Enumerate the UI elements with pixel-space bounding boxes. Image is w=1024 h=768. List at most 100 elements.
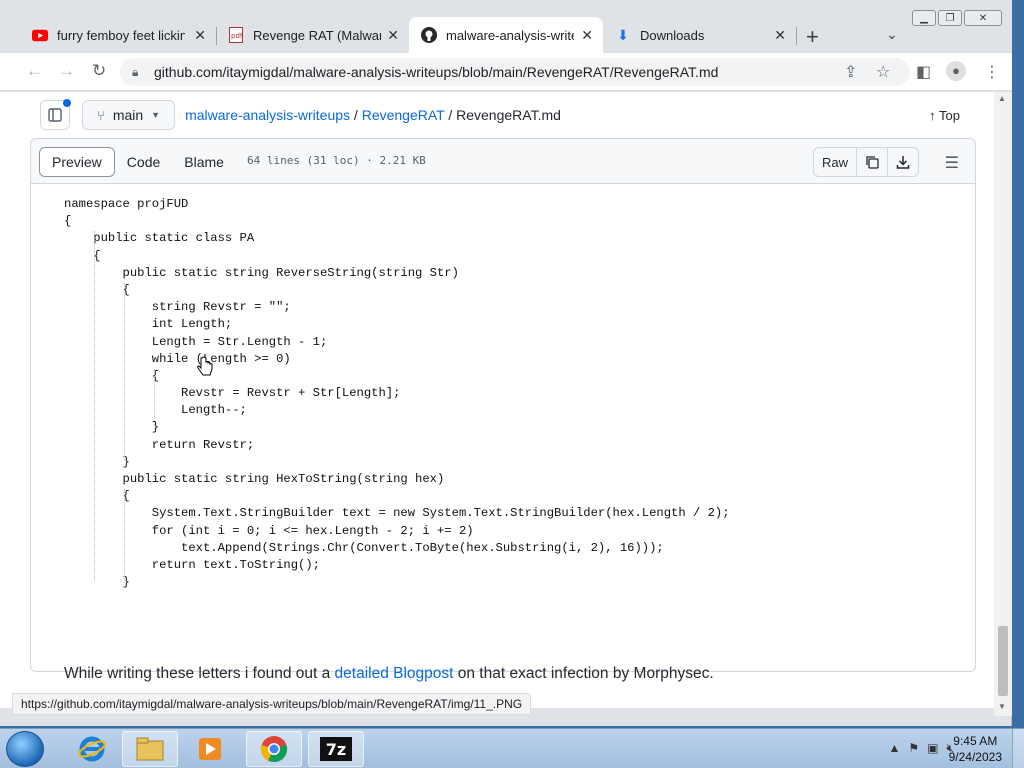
- clock-date: 9/24/2023: [948, 750, 1002, 764]
- tab-github[interactable]: malware-analysis-writeup ✕: [409, 17, 603, 53]
- github-icon: [421, 27, 437, 43]
- scroll-thumb[interactable]: [998, 626, 1008, 696]
- taskbar: 7z ▲ ⚑ ▣ 🔇︎ 9:45 AM 9/24/2023: [0, 728, 1024, 768]
- tab-title: malware-analysis-writeup: [446, 27, 574, 43]
- browser-toolbar: ← → ↻ 🔒︎ github.com/itaymigdal/malware-a…: [0, 53, 1012, 91]
- window-controls: ▁ ❐ ✕: [912, 10, 1002, 26]
- code-line: string Revstr = "";: [64, 300, 291, 315]
- code-line: namespace projFUD: [64, 197, 189, 211]
- show-desktop-button[interactable]: [1012, 729, 1024, 768]
- pdf-site-icon: pdf: [228, 27, 244, 43]
- tab-youtube[interactable]: furry femboy feet licking ✕: [20, 17, 216, 53]
- code-line: {: [64, 489, 130, 504]
- top-label: Top: [939, 107, 960, 123]
- clock[interactable]: 9:45 AM 9/24/2023: [949, 733, 1002, 765]
- code-line: Length--;: [64, 403, 247, 418]
- address-bar[interactable]: 🔒︎ github.com/itaymigdal/malware-analysi…: [120, 58, 910, 86]
- file-tree-toggle-icon[interactable]: [40, 99, 71, 130]
- tab-preview[interactable]: Preview: [39, 147, 115, 177]
- file-explorer-icon[interactable]: [122, 731, 178, 767]
- vertical-scrollbar[interactable]: ▲ ▼: [994, 92, 1012, 716]
- file-view: Preview Code Blame 64 lines (31 loc) · 2…: [30, 138, 976, 682]
- code-line: Revstr = Revstr + Str[Length];: [64, 386, 401, 401]
- raw-button[interactable]: Raw: [814, 148, 857, 176]
- file-meta: 64 lines (31 loc) · 2.21 KB: [247, 154, 426, 167]
- code-line: int Length;: [64, 317, 233, 332]
- branch-icon: ⑂: [97, 107, 105, 123]
- close-window-icon[interactable]: ✕: [964, 10, 1002, 26]
- tab-title: Downloads: [640, 27, 705, 43]
- breadcrumb-separator: /: [448, 107, 453, 123]
- minimize-icon[interactable]: ▁: [912, 10, 936, 26]
- tab-strip: furry femboy feet licking ✕ pdf Revenge …: [0, 0, 1012, 53]
- kebab-menu-icon[interactable]: ⋮: [984, 62, 1000, 82]
- file-header: ⑂ main ▼ malware-analysis-writeups / Rev…: [30, 92, 976, 138]
- network-icon[interactable]: ▣: [927, 741, 938, 756]
- close-icon[interactable]: ✕: [194, 27, 206, 44]
- tab-downloads[interactable]: ⬇ Downloads ✕: [603, 17, 796, 53]
- back-arrow-icon[interactable]: ←: [26, 61, 43, 81]
- blogpost-link[interactable]: detailed Blogpost: [335, 665, 454, 682]
- youtube-icon: [32, 27, 48, 43]
- tab-title: furry femboy feet licking: [57, 27, 185, 43]
- 7zip-icon[interactable]: 7z: [308, 731, 364, 767]
- code-line: public static string ReverseString(strin…: [64, 265, 459, 280]
- code-line: {: [64, 282, 130, 297]
- close-icon[interactable]: ✕: [774, 27, 786, 44]
- system-tray: ▲ ⚑ ▣ 🔇︎: [888, 741, 954, 756]
- link-status-bar: https://github.com/itaymigdal/malware-an…: [12, 693, 532, 715]
- scroll-down-icon[interactable]: ▼: [998, 702, 1006, 711]
- branch-name: main: [112, 107, 144, 123]
- breadcrumb: malware-analysis-writeups / RevengeRAT /…: [185, 107, 561, 123]
- code-line: public static class PA: [64, 231, 255, 246]
- code-line: {: [64, 368, 160, 383]
- download-raw-icon[interactable]: [888, 148, 918, 176]
- profile-avatar-icon[interactable]: ●: [946, 61, 966, 81]
- code-line: for (int i = 0; i <= hex.Length - 2; i +…: [64, 523, 474, 538]
- paragraph: While writing these letters i found out …: [64, 665, 714, 683]
- indent-guide: [94, 231, 95, 581]
- action-center-icon[interactable]: ⚑: [908, 741, 919, 756]
- chevron-down-icon[interactable]: ⌄: [886, 26, 898, 43]
- breadcrumb-repo-link[interactable]: malware-analysis-writeups: [185, 107, 350, 123]
- share-icon[interactable]: ⇪: [844, 62, 857, 82]
- arrow-up-icon: ↑: [929, 107, 936, 123]
- tab-revenge-rat[interactable]: pdf Revenge RAT (Malware ✕: [216, 17, 409, 53]
- indent-guide: [124, 489, 125, 583]
- indent-guide: [124, 283, 125, 461]
- tray-expand-icon[interactable]: ▲: [888, 741, 900, 756]
- svg-text:pdf: pdf: [231, 32, 243, 40]
- new-tab-icon[interactable]: +: [806, 24, 819, 50]
- internet-explorer-icon[interactable]: [64, 731, 120, 767]
- back-to-top-button[interactable]: ↑ Top: [929, 108, 960, 123]
- svg-text:7z: 7z: [326, 740, 346, 759]
- hand-cursor-icon: [197, 356, 213, 376]
- clock-time: 9:45 AM: [953, 734, 998, 748]
- outline-list-icon[interactable]: ☰: [945, 153, 959, 173]
- code-line: {: [64, 248, 101, 263]
- code-line: while (Length >= 0): [64, 351, 291, 366]
- start-button[interactable]: [6, 731, 44, 767]
- code-line: text.Append(Strings.Chr(Convert.ToByte(h…: [64, 540, 664, 555]
- chrome-icon[interactable]: [246, 731, 302, 767]
- github-page: ⑂ main ▼ malware-analysis-writeups / Rev…: [0, 92, 994, 708]
- reload-icon[interactable]: ↻: [92, 61, 106, 81]
- media-player-icon[interactable]: [182, 731, 238, 767]
- bookmark-star-icon[interactable]: ☆: [876, 62, 890, 82]
- close-icon[interactable]: ✕: [387, 27, 399, 44]
- branch-selector[interactable]: ⑂ main ▼: [82, 100, 176, 130]
- code-line: }: [64, 454, 130, 469]
- tab-code[interactable]: Code: [115, 147, 172, 177]
- forward-arrow-icon[interactable]: →: [58, 61, 75, 81]
- maximize-icon[interactable]: ❐: [938, 10, 962, 26]
- copy-icon[interactable]: [857, 148, 888, 176]
- side-panel-icon[interactable]: ◧: [916, 62, 931, 82]
- code-line: return Revstr;: [64, 437, 255, 452]
- scroll-up-icon[interactable]: ▲: [998, 94, 1006, 103]
- close-icon[interactable]: ✕: [581, 27, 593, 44]
- breadcrumb-folder-link[interactable]: RevengeRAT: [362, 107, 445, 123]
- tab-blame[interactable]: Blame: [172, 147, 236, 177]
- breadcrumb-separator: /: [353, 107, 358, 123]
- indent-guide: [154, 369, 155, 429]
- caret-down-icon: ▼: [151, 110, 161, 120]
